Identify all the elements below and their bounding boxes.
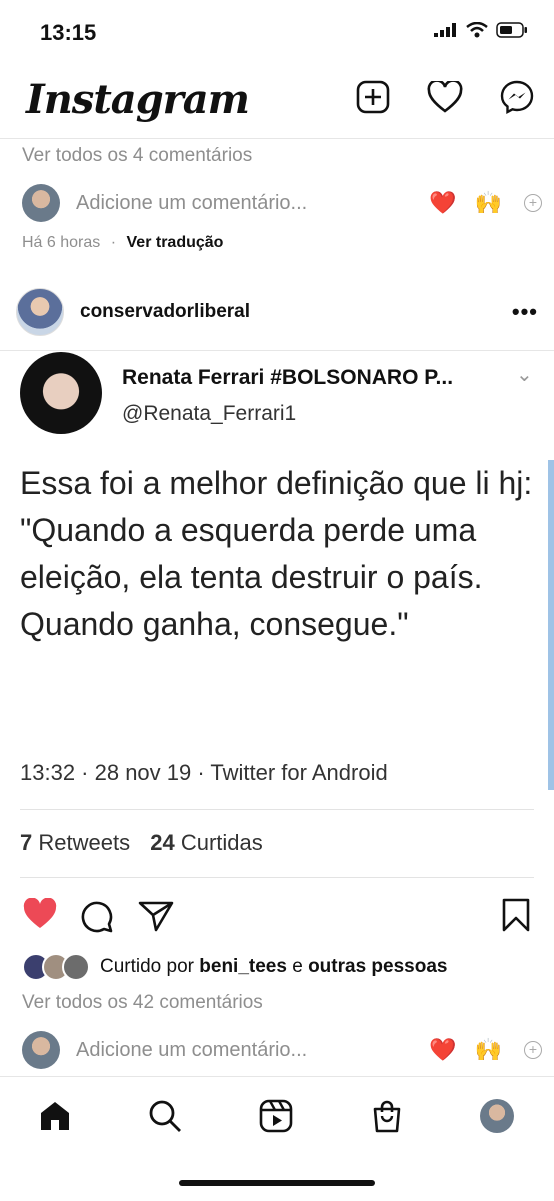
- post-image-top-border: [0, 350, 554, 351]
- more-options-icon[interactable]: •••: [512, 299, 538, 325]
- tweet-stats: 7 Retweets 24 Curtidas: [20, 830, 263, 856]
- quick-emoji-heart[interactable]: ❤️: [429, 1037, 456, 1063]
- home-icon[interactable]: [36, 1097, 74, 1135]
- tweet-divider: [20, 877, 534, 878]
- battery-icon: [496, 22, 527, 38]
- comment-icon[interactable]: [80, 899, 114, 933]
- quick-emoji-raised-hands[interactable]: 🙌: [475, 190, 502, 216]
- retweets-label: Retweets: [38, 830, 131, 855]
- quick-emoji-heart[interactable]: ❤️: [429, 190, 456, 216]
- add-comment-input[interactable]: Adicione um comentário...: [76, 1039, 411, 1062]
- instagram-logo[interactable]: Instagram: [26, 76, 250, 123]
- liked-by-prefix: Curtido por: [100, 956, 194, 977]
- bookmark-icon[interactable]: [502, 898, 530, 932]
- add-comment-row: Adicione um comentário... ❤️ 🙌 +: [22, 184, 542, 222]
- post-image[interactable]: Renata Ferrari #BOLSONARO P... @Renata_F…: [0, 352, 554, 878]
- retweets-count: 7: [20, 830, 33, 855]
- view-all-comments-link[interactable]: Ver todos os 4 comentários: [22, 145, 252, 167]
- liked-by-user[interactable]: beni_tees: [199, 956, 287, 978]
- tweet-author-name: Renata Ferrari #BOLSONARO P...: [122, 366, 454, 389]
- add-comment-row: Adicione um comentário... ❤️ 🙌 +: [22, 1031, 542, 1069]
- post-meta: Há 6 horas · Ver tradução: [22, 234, 223, 252]
- post-author-avatar[interactable]: [16, 288, 64, 336]
- liked-by-row[interactable]: Curtido por beni_tees e outras pessoas: [22, 953, 447, 981]
- home-indicator: [179, 1180, 375, 1186]
- header-divider: [0, 138, 554, 139]
- post-username[interactable]: conservadorliberal: [80, 301, 512, 323]
- liked-heart-icon[interactable]: [22, 898, 58, 930]
- avatar[interactable]: [22, 1031, 60, 1069]
- shop-icon[interactable]: [368, 1097, 406, 1135]
- liker-avatar: [62, 953, 90, 981]
- liked-by-joiner: e: [292, 956, 303, 977]
- chevron-down-icon: ⌄: [516, 364, 533, 386]
- wifi-icon: [466, 22, 488, 38]
- add-emoji-icon[interactable]: +: [524, 194, 542, 212]
- meta-separator: ·: [110, 234, 117, 251]
- new-post-icon[interactable]: [354, 78, 392, 116]
- messenger-icon[interactable]: [498, 78, 536, 116]
- see-translation-link[interactable]: Ver tradução: [127, 234, 224, 251]
- signal-icon: [434, 23, 456, 37]
- tweet-meta: 13:32 · 28 nov 19 · Twitter for Android: [20, 760, 388, 785]
- header-actions: [354, 78, 536, 116]
- tweet-avatar: [20, 352, 102, 434]
- add-comment-input[interactable]: Adicione um comentário...: [76, 192, 411, 215]
- reels-icon[interactable]: [257, 1097, 295, 1135]
- search-icon[interactable]: [146, 1097, 184, 1135]
- post-header: conservadorliberal •••: [16, 288, 538, 336]
- quick-emoji-raised-hands[interactable]: 🙌: [475, 1037, 502, 1063]
- add-emoji-icon[interactable]: +: [524, 1041, 542, 1059]
- post-time: Há 6 horas: [22, 234, 101, 251]
- liked-by-others[interactable]: outras pessoas: [308, 956, 447, 978]
- likes-count: 24: [150, 830, 175, 855]
- share-icon[interactable]: [138, 900, 174, 932]
- heart-icon[interactable]: [426, 78, 464, 116]
- profile-avatar[interactable]: [478, 1097, 516, 1135]
- status-time: 13:15: [40, 20, 97, 45]
- status-icons: [434, 22, 528, 38]
- tweet-text: Essa foi a melhor definição que li hj: "…: [20, 465, 533, 642]
- view-all-comments-link[interactable]: Ver todos os 42 comentários: [22, 992, 263, 1014]
- image-edge-accent: [548, 460, 554, 790]
- tweet-author-handle: @Renata_Ferrari1: [122, 402, 297, 425]
- tweet-divider: [20, 809, 534, 810]
- post-actions: [22, 898, 534, 934]
- avatar[interactable]: [22, 184, 60, 222]
- likes-label: Curtidas: [180, 830, 263, 855]
